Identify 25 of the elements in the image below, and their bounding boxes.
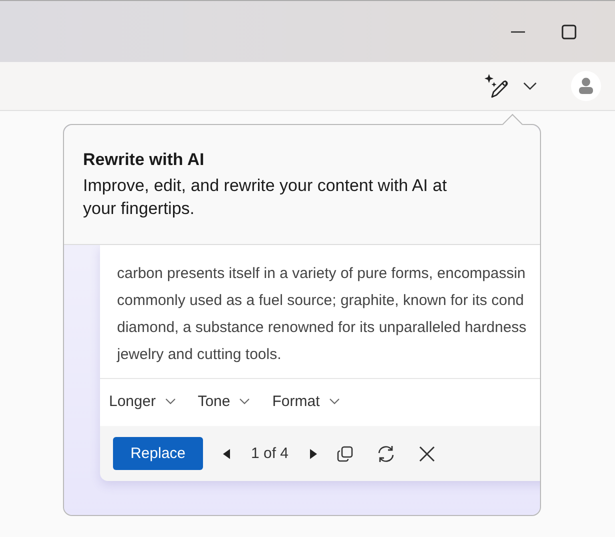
callout-title: Rewrite with AI bbox=[83, 149, 206, 171]
chevron-down-icon bbox=[239, 398, 250, 405]
chevron-down-icon bbox=[164, 398, 176, 405]
maximize-icon bbox=[561, 24, 577, 40]
right-triangle-icon bbox=[308, 448, 317, 458]
sparkle-pen-icon bbox=[483, 73, 509, 99]
option-dropdown[interactable]: Longer bbox=[104, 387, 181, 416]
callout-description: Improve, edit, and rewrite your content with AI at your fingertips. bbox=[83, 175, 448, 220]
option-dropdown[interactable]: Format bbox=[267, 387, 345, 416]
refresh-icon bbox=[376, 444, 396, 464]
chevron-down-icon bbox=[523, 81, 537, 91]
preview-text-line: diamond, a substance renowned for its unparalleled hardness bbox=[117, 318, 528, 338]
preview-text-line: commonly used as a fuel source; graphite, known for its cond bbox=[117, 291, 525, 311]
copy-icon bbox=[336, 444, 354, 462]
preview-text-line: jewelry and cutting tools. bbox=[117, 345, 282, 365]
preview-text-line: carbon presents itself in a variety of pure forms, encompassin bbox=[117, 264, 527, 284]
profile-button[interactable] bbox=[571, 71, 601, 101]
person-icon bbox=[578, 77, 594, 95]
page-counter: 1 of 4 bbox=[251, 445, 289, 462]
option-dropdown[interactable]: Tone bbox=[192, 387, 256, 416]
close-icon bbox=[418, 444, 436, 462]
chevron-down-icon bbox=[328, 398, 340, 405]
replace-button[interactable]: Replace bbox=[113, 437, 203, 470]
left-triangle-icon bbox=[223, 448, 231, 458]
minimize-icon bbox=[511, 30, 525, 32]
